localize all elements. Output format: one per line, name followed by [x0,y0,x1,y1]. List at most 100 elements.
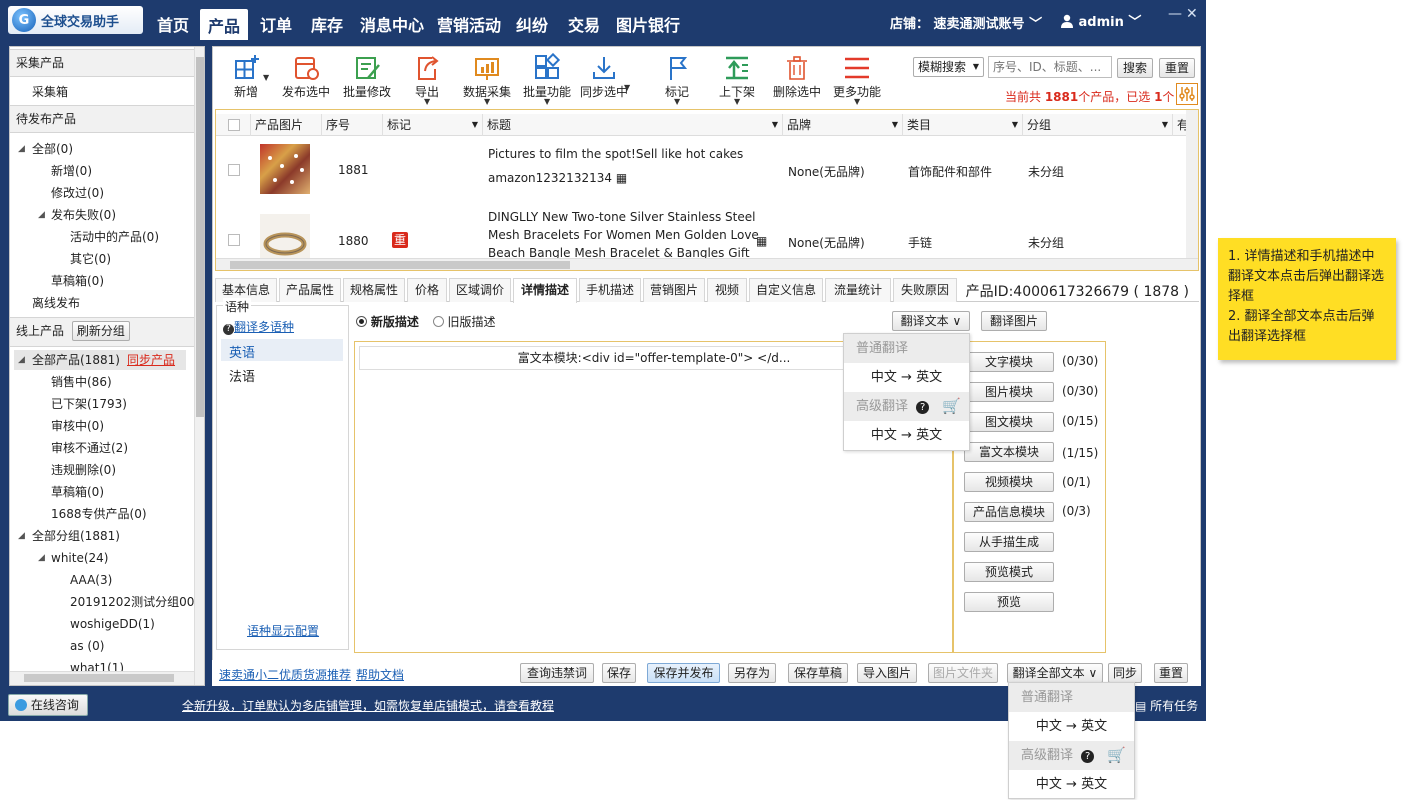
sidebar-item-pending-new[interactable]: 新增(0) [51,163,92,179]
expand-triangle-icon[interactable]: ◢ [38,210,45,220]
table-row[interactable]: 1880 重 DINGLLY New Two-tone Silver Stain… [216,204,1186,258]
expand-triangle-icon[interactable]: ◢ [38,553,45,563]
lang-item-english[interactable]: 英语 [221,339,343,361]
sidebar-item-group-as[interactable]: as (0) [70,638,104,654]
delete-selected-button[interactable]: 删除选中 [767,53,827,103]
table-row[interactable]: 1881 Pictures to film the spot!Sell like… [216,137,1186,201]
nav-image-bank[interactable]: 图片银行 [612,8,684,40]
col-product-image[interactable]: 产品图片 [250,114,321,136]
help-icon[interactable]: ? [1081,750,1095,763]
sidebar-item-all-groups[interactable]: 全部分组(1881) [32,528,120,544]
help-icon[interactable]: ? [916,401,930,414]
radio-old-desc[interactable] [432,316,444,327]
sidebar-item-collect-box[interactable]: 采集箱 [32,84,68,100]
nav-orders[interactable]: 订单 [254,8,298,40]
upgrade-notice-link[interactable]: 全新升级，订单默认为多店铺管理，如需恢复单店铺模式，请查看教程 [182,697,554,714]
import-image-button[interactable]: 导入图片 [857,663,917,683]
qr-code-icon[interactable]: ▦ [616,171,627,185]
export-button[interactable]: 导出 [397,53,457,103]
image-text-module-button[interactable]: 图文模块 [964,412,1054,432]
save-button[interactable]: 保存 [602,663,636,683]
filter-settings-icon[interactable] [1176,83,1198,105]
col-group[interactable]: 分组 ▼ [1022,114,1172,136]
col-mark[interactable]: 标记 ▼ [382,114,482,136]
nav-inventory[interactable]: 库存 [305,8,349,40]
col-title[interactable]: 标题 ▼ [482,114,782,136]
refresh-group-button[interactable]: 刷新分组 [71,321,130,341]
tab-price[interactable]: 价格 [407,278,447,302]
help-icon[interactable]: ? [223,324,234,335]
row-checkbox[interactable] [228,234,240,246]
repeat-mark-badge[interactable]: 重 [392,232,408,248]
more-functions-button[interactable]: 更多功能 [827,53,887,103]
batch-edit-button[interactable]: 批量修改 [337,53,397,103]
nav-marketing[interactable]: 营销活动 [433,8,505,40]
preview-mode-button[interactable]: 预览模式 [964,562,1054,582]
close-icon[interactable]: ✕ [1186,6,1198,22]
search-button[interactable]: 搜索 [1117,58,1153,78]
save-as-button[interactable]: 另存为 [728,663,776,683]
lang-config-link[interactable]: 语种显示配置 [247,622,319,639]
video-module-button[interactable]: 视频模块 [964,472,1054,492]
translate-image-button[interactable]: 翻译图片 [981,311,1047,331]
tab-marketing-images[interactable]: 营销图片 [643,278,705,302]
tab-detail-desc[interactable]: 详情描述 [513,278,577,303]
col-seq[interactable]: 序号 [321,114,382,136]
translate-all-text-button[interactable]: 翻译全部文本 ∨ [1007,663,1103,683]
promo-link[interactable]: 速卖通小二优质货源推荐 [219,666,351,683]
tab-custom-info[interactable]: 自定义信息 [749,278,823,302]
cart-icon[interactable]: 🛒 [1107,741,1126,770]
check-banned-words-button[interactable]: 查询违禁词 [520,663,594,683]
caret-down-icon[interactable]: ▼ [734,97,740,106]
help-doc-link[interactable]: 帮助文档 [356,666,404,683]
nav-trade[interactable]: 交易 [562,8,606,40]
select-all-checkbox[interactable] [228,119,240,131]
row-checkbox[interactable] [228,164,240,176]
expand-triangle-icon[interactable]: ◢ [18,531,25,541]
sidebar-item-in-activity[interactable]: 活动中的产品(0) [70,229,159,245]
nav-home[interactable]: 首页 [150,8,196,40]
sidebar-item-pending-all[interactable]: 全部(0) [32,141,73,157]
image-folder-button[interactable]: 图片文件夹 [928,663,998,683]
tab-failure-reason[interactable]: 失败原因 [893,278,957,302]
tab-spec-attrs[interactable]: 规格属性 [343,278,405,302]
expand-triangle-icon[interactable]: ◢ [18,144,25,154]
sidebar-item-off-shelf[interactable]: 已下架(1793) [51,396,127,412]
translate-text-button[interactable]: 翻译文本 ∨ [892,311,970,331]
search-input[interactable] [988,56,1112,78]
caret-down-icon[interactable]: ▼ [263,73,269,82]
sidebar-item-group-woshigedd[interactable]: woshigeDD(1) [70,616,155,632]
store-selector[interactable]: 店铺： 速卖通测试账号 ﹀ [890,13,1042,32]
preview-button[interactable]: 预览 [964,592,1054,612]
table-hscroll-thumb[interactable] [230,261,570,269]
caret-down-icon[interactable]: ▼ [484,97,490,106]
sidebar-hscroll-thumb[interactable] [24,674,174,682]
table-vscrollbar[interactable] [1186,110,1198,258]
tab-region-price[interactable]: 区域调价 [449,278,511,302]
sidebar-item-reviewing[interactable]: 审核中(0) [51,418,104,434]
cart-icon[interactable]: 🛒 [942,392,961,421]
sidebar-item-review-failed[interactable]: 审核不通过(2) [51,440,128,456]
search-mode-select[interactable]: 模糊搜索 ▼ [913,57,984,77]
popup-advanced-cn-en[interactable]: 中文 → 英文 [1009,770,1134,799]
minimize-icon[interactable]: — [1168,6,1182,22]
sidebar-item-on-sale[interactable]: 销售中(86) [51,374,112,390]
reset-button[interactable]: 重置 [1159,58,1195,78]
tab-video[interactable]: 视频 [707,278,747,302]
sidebar-item-1688[interactable]: 1688专供产品(0) [51,506,147,522]
expand-triangle-icon[interactable]: ◢ [18,355,25,365]
save-draft-button[interactable]: 保存草稿 [788,663,848,683]
mark-button[interactable]: 标记 [647,53,707,103]
caret-down-icon[interactable]: ▼ [624,83,630,92]
sidebar-scroll-thumb[interactable] [196,57,204,417]
sidebar-item-drafts[interactable]: 草稿箱(0) [51,273,104,289]
sidebar-item-other[interactable]: 其它(0) [70,251,111,267]
nav-messages[interactable]: 消息中心 [356,8,428,40]
lang-item-french[interactable]: 法语 [229,366,255,385]
tab-product-attrs[interactable]: 产品属性 [279,278,341,302]
caret-down-icon[interactable]: ▼ [854,97,860,106]
caret-down-icon[interactable]: ▼ [674,97,680,106]
sync-button[interactable]: 同步 [1108,663,1142,683]
shelf-button[interactable]: 上下架 [707,53,767,103]
popup-normal-cn-en[interactable]: 中文 → 英文 [1009,712,1134,741]
